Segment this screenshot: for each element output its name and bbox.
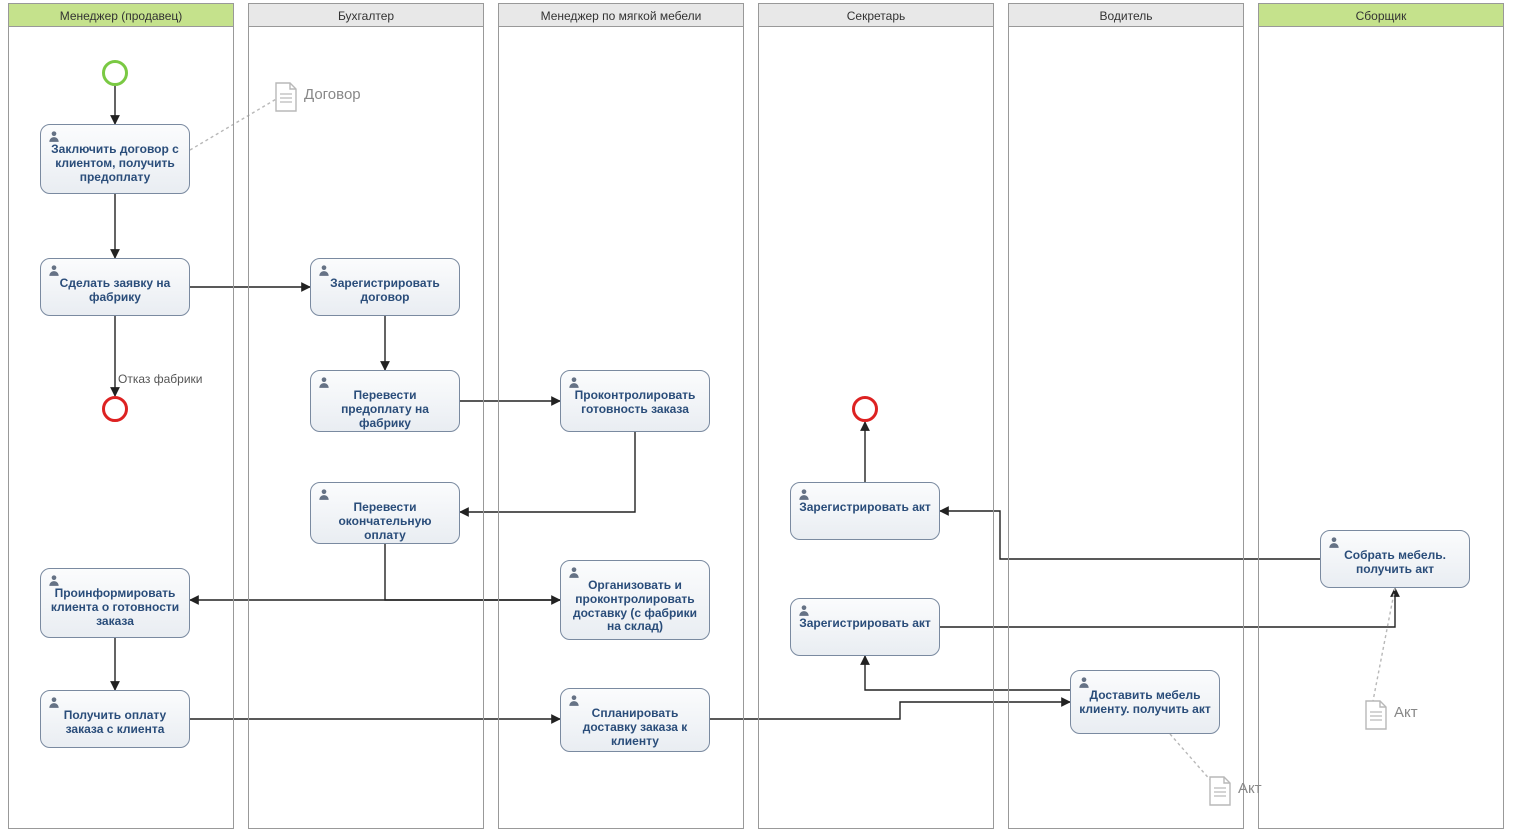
task-label: Проконтролировать готовность заказа	[575, 388, 696, 416]
task-t_regakt1[interactable]: Зарегистрировать акт	[790, 482, 940, 540]
lane-body-l3	[758, 27, 994, 829]
user-task-icon	[317, 487, 331, 501]
task-t_delivery[interactable]: Организовать и проконтролировать доставк…	[560, 560, 710, 640]
task-label: Зарегистрировать акт	[799, 500, 931, 514]
task-t_driver[interactable]: Доставить мебель клиенту. получить акт	[1070, 670, 1220, 734]
document-icon-d_akt1[interactable]	[1208, 776, 1232, 806]
task-label: Доставить мебель клиенту. получить акт	[1079, 688, 1210, 716]
end-event-e_refuse[interactable]	[102, 396, 128, 422]
user-task-icon	[47, 695, 61, 709]
task-t_contract[interactable]: Заключить договор с клиентом, получить п…	[40, 124, 190, 194]
document-label-d_akt2: Акт	[1394, 704, 1418, 721]
user-task-icon	[47, 129, 61, 143]
user-task-icon	[567, 565, 581, 579]
user-task-icon	[797, 603, 811, 617]
task-label: Проинформировать клиента о готовности за…	[51, 586, 179, 628]
task-label: Сделать заявку на фабрику	[60, 276, 171, 304]
task-t_payclient[interactable]: Получить оплату заказа с клиента	[40, 690, 190, 748]
end-event-e_done[interactable]	[852, 396, 878, 422]
start-event-e_start[interactable]	[102, 60, 128, 86]
user-task-icon	[47, 263, 61, 277]
task-label: Перевести предоплату на фабрику	[341, 388, 429, 430]
lane-header-l4[interactable]: Водитель	[1008, 3, 1244, 27]
task-t_control[interactable]: Проконтролировать готовность заказа	[560, 370, 710, 432]
user-task-icon	[47, 573, 61, 587]
lane-header-l0[interactable]: Менеджер (продавец)	[8, 3, 234, 27]
user-task-icon	[1327, 535, 1341, 549]
bpmn-canvas[interactable]: Менеджер (продавец) Бухгалтер Менеджер по …	[0, 0, 1520, 832]
document-icon-d_contract[interactable]	[274, 82, 298, 112]
task-t_inform[interactable]: Проинформировать клиента о готовности за…	[40, 568, 190, 638]
lane-header-l2[interactable]: Менеджер по мягкой мебели	[498, 3, 744, 27]
lane-header-l5[interactable]: Сборщик	[1258, 3, 1504, 27]
lane-header-l1[interactable]: Бухгалтер	[248, 3, 484, 27]
task-t_plan[interactable]: Спланировать доставку заказа к клиенту	[560, 688, 710, 752]
user-task-icon	[1077, 675, 1091, 689]
task-label: Собрать мебель. получить акт	[1344, 548, 1446, 576]
task-label: Зарегистрировать акт	[799, 616, 931, 630]
lane-header-l3[interactable]: Секретарь	[758, 3, 994, 27]
task-label: Перевести окончательную оплату	[338, 500, 431, 542]
task-t_assemble[interactable]: Собрать мебель. получить акт	[1320, 530, 1470, 588]
task-t_prepay[interactable]: Перевести предоплату на фабрику	[310, 370, 460, 432]
task-t_regakt2[interactable]: Зарегистрировать акт	[790, 598, 940, 656]
label-refuse: Отказ фабрики	[118, 372, 202, 386]
task-label: Получить оплату заказа с клиента	[64, 708, 166, 736]
user-task-icon	[567, 375, 581, 389]
user-task-icon	[797, 487, 811, 501]
user-task-icon	[317, 375, 331, 389]
user-task-icon	[317, 263, 331, 277]
document-label-d_akt1: Акт	[1238, 780, 1262, 797]
task-label: Спланировать доставку заказа к клиенту	[583, 706, 688, 748]
task-label: Организовать и проконтролировать доставк…	[573, 578, 697, 633]
task-t_finalpay[interactable]: Перевести окончательную оплату	[310, 482, 460, 544]
document-label-d_contract: Договор	[304, 86, 361, 103]
task-label: Зарегистрировать договор	[330, 276, 440, 304]
task-t_register[interactable]: Зарегистрировать договор	[310, 258, 460, 316]
document-icon-d_akt2[interactable]	[1364, 700, 1388, 730]
user-task-icon	[567, 693, 581, 707]
task-label: Заключить договор с клиентом, получить п…	[51, 142, 179, 184]
task-t_request[interactable]: Сделать заявку на фабрику	[40, 258, 190, 316]
